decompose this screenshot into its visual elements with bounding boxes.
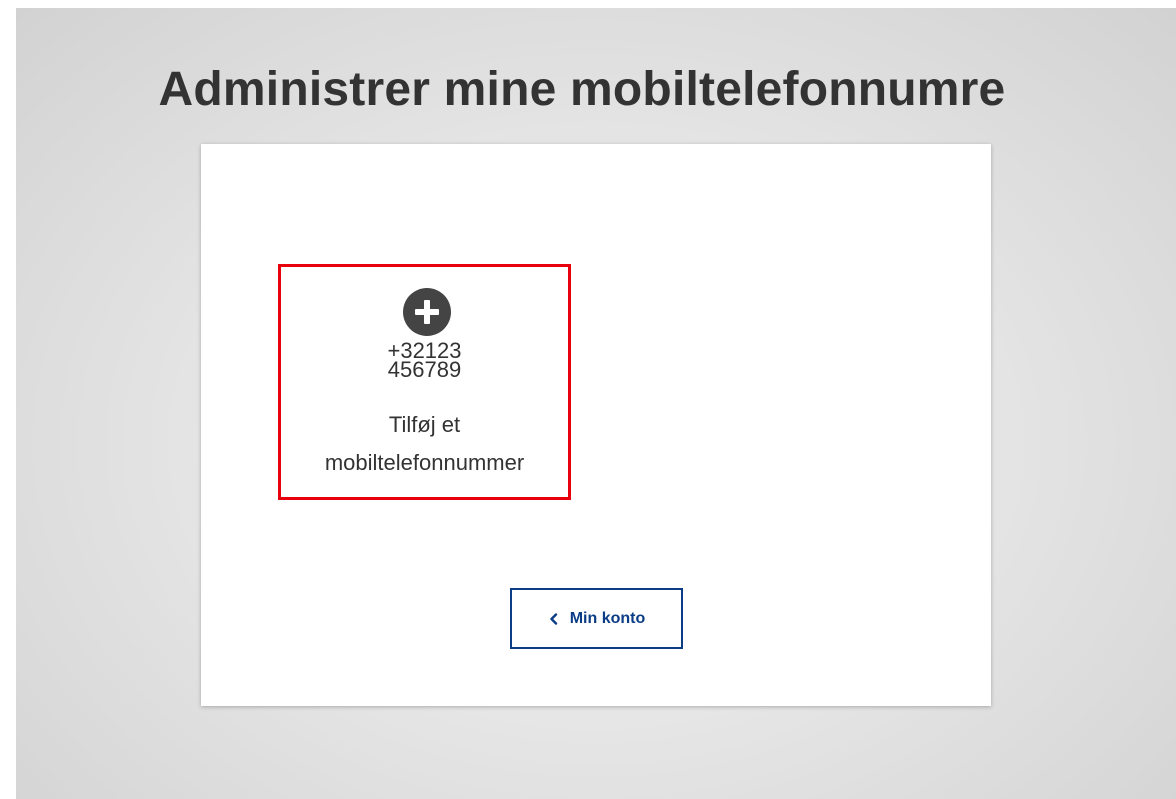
add-number-label-line-1: Tilføj et — [388, 412, 461, 437]
chevron-left-icon — [550, 612, 557, 625]
add-mobile-number-tile[interactable]: +32123 456789 Tilføj et mobiltelefonnumm… — [278, 264, 571, 500]
plus-circle-icon — [403, 288, 451, 336]
content-card: +32123 456789 Tilføj et mobiltelefonnumm… — [201, 144, 991, 706]
add-number-label-line-2: mobiltelefonnummer — [324, 450, 525, 475]
my-account-button-label: Min konto — [569, 609, 646, 627]
my-account-button[interactable]: Min konto — [510, 588, 683, 649]
page-title: Administrer mine mobiltelefonnumre — [158, 63, 1006, 116]
page-background: Administrer mine mobiltelefonnumre +3212… — [16, 8, 1176, 799]
phone-number-line-2: 456789 — [387, 357, 462, 382]
